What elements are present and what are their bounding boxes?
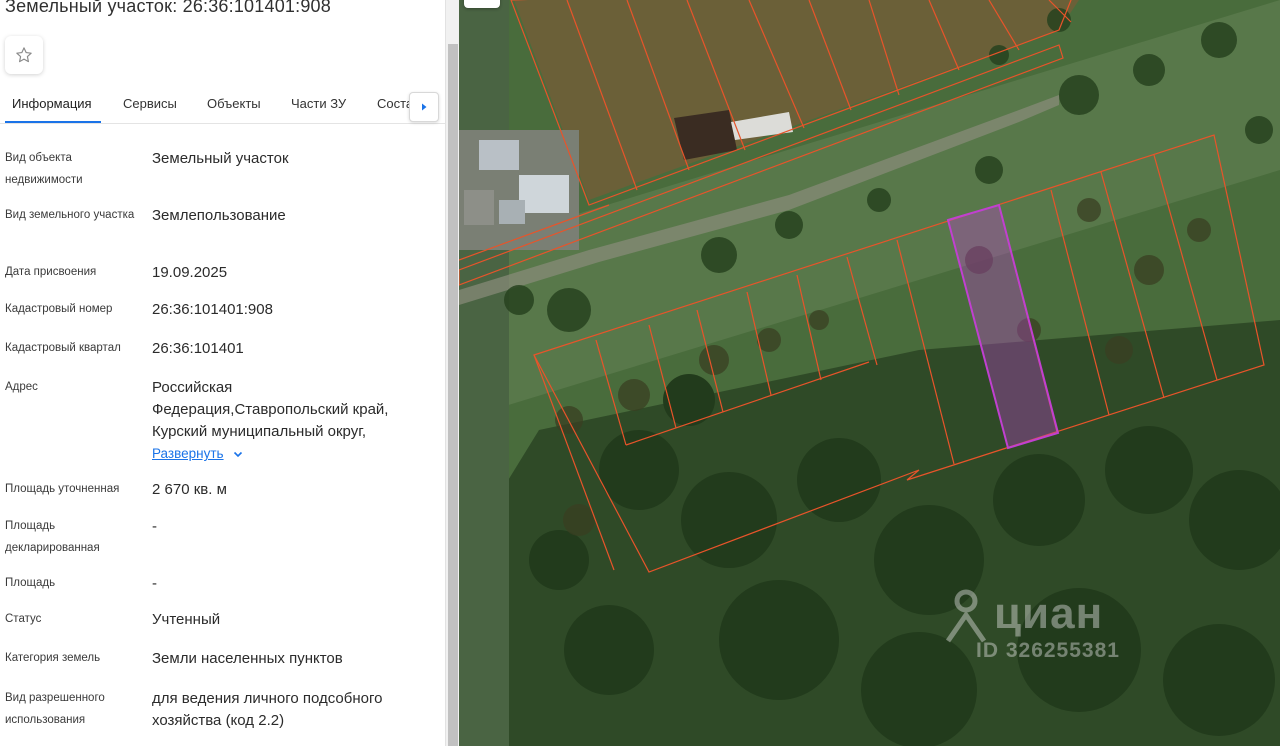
row-label: Вид разрешенного использования bbox=[5, 692, 105, 726]
row-label: Площадь bbox=[5, 577, 56, 589]
tabs-next-button[interactable] bbox=[409, 92, 439, 122]
row-label: Площадь уточненная bbox=[5, 483, 120, 495]
row-value: 2 670 кв. м bbox=[152, 481, 227, 498]
scrollbar-thumb[interactable] bbox=[448, 44, 458, 746]
row-label: Адрес bbox=[5, 381, 38, 393]
row-value: Учтенный bbox=[152, 611, 221, 628]
row-label: Кадастровый квартал bbox=[5, 342, 121, 354]
address-text: Российская Федерация,Ставропольский край… bbox=[152, 379, 389, 440]
row-label: Категория земель bbox=[5, 652, 101, 664]
caret-right-icon bbox=[422, 103, 427, 111]
chevron-down-icon bbox=[233, 451, 242, 458]
row-value: Российская Федерация,Ставропольский край… bbox=[152, 377, 414, 465]
panel-scrollbar[interactable] bbox=[445, 0, 459, 746]
tab-services[interactable]: Сервисы bbox=[123, 96, 177, 111]
map-control-button[interactable] bbox=[464, 0, 500, 8]
watermark-id: ID 326255381 bbox=[976, 639, 1120, 662]
expand-label: Развернуть bbox=[152, 446, 224, 461]
row-value: Земельный участок bbox=[152, 150, 289, 167]
row-value: 26:36:101401 bbox=[152, 340, 244, 357]
row-label: Кадастровый номер bbox=[5, 303, 113, 315]
row-value: для ведения личного подсобного хозяйства… bbox=[152, 690, 383, 729]
row-label: Дата присвоения bbox=[5, 266, 97, 278]
tab-objects[interactable]: Объекты bbox=[207, 96, 261, 111]
favorite-button[interactable] bbox=[5, 36, 43, 74]
satellite-map[interactable]: циан ID 326255381 bbox=[459, 0, 1280, 746]
tab-info[interactable]: Информация bbox=[12, 96, 92, 111]
row-value: 26:36:101401:908 bbox=[152, 301, 273, 318]
location-pin-icon bbox=[945, 589, 987, 643]
row-value: - bbox=[152, 575, 157, 592]
row-label: Вид объекта недвижимости bbox=[5, 152, 83, 186]
row-label: Вид земельного участка bbox=[5, 209, 135, 221]
row-label: Площадь декларированная bbox=[5, 520, 100, 554]
tab-parts[interactable]: Части ЗУ bbox=[291, 96, 346, 111]
row-value: - bbox=[152, 518, 157, 535]
info-panel: Земельный участок: 26:36:101401:908 Инфо… bbox=[0, 0, 445, 746]
satellite-imagery bbox=[459, 0, 1280, 746]
row-value: Земли населенных пунктов bbox=[152, 650, 343, 667]
watermark-brand: циан bbox=[994, 589, 1104, 638]
expand-link[interactable]: Развернуть bbox=[152, 443, 244, 465]
row-value: Землепользование bbox=[152, 207, 286, 224]
row-label: Статус bbox=[5, 613, 42, 625]
page-title: Земельный участок: 26:36:101401:908 bbox=[5, 0, 331, 16]
star-outline-icon bbox=[16, 47, 32, 63]
active-tab-indicator bbox=[5, 121, 101, 123]
cian-watermark: циан ID 326255381 bbox=[944, 585, 1120, 663]
tab-composition[interactable]: Соста bbox=[377, 96, 413, 111]
tab-bar: Информация Сервисы Объекты Части ЗУ Сост… bbox=[0, 86, 445, 124]
row-value: 19.09.2025 bbox=[152, 264, 228, 281]
